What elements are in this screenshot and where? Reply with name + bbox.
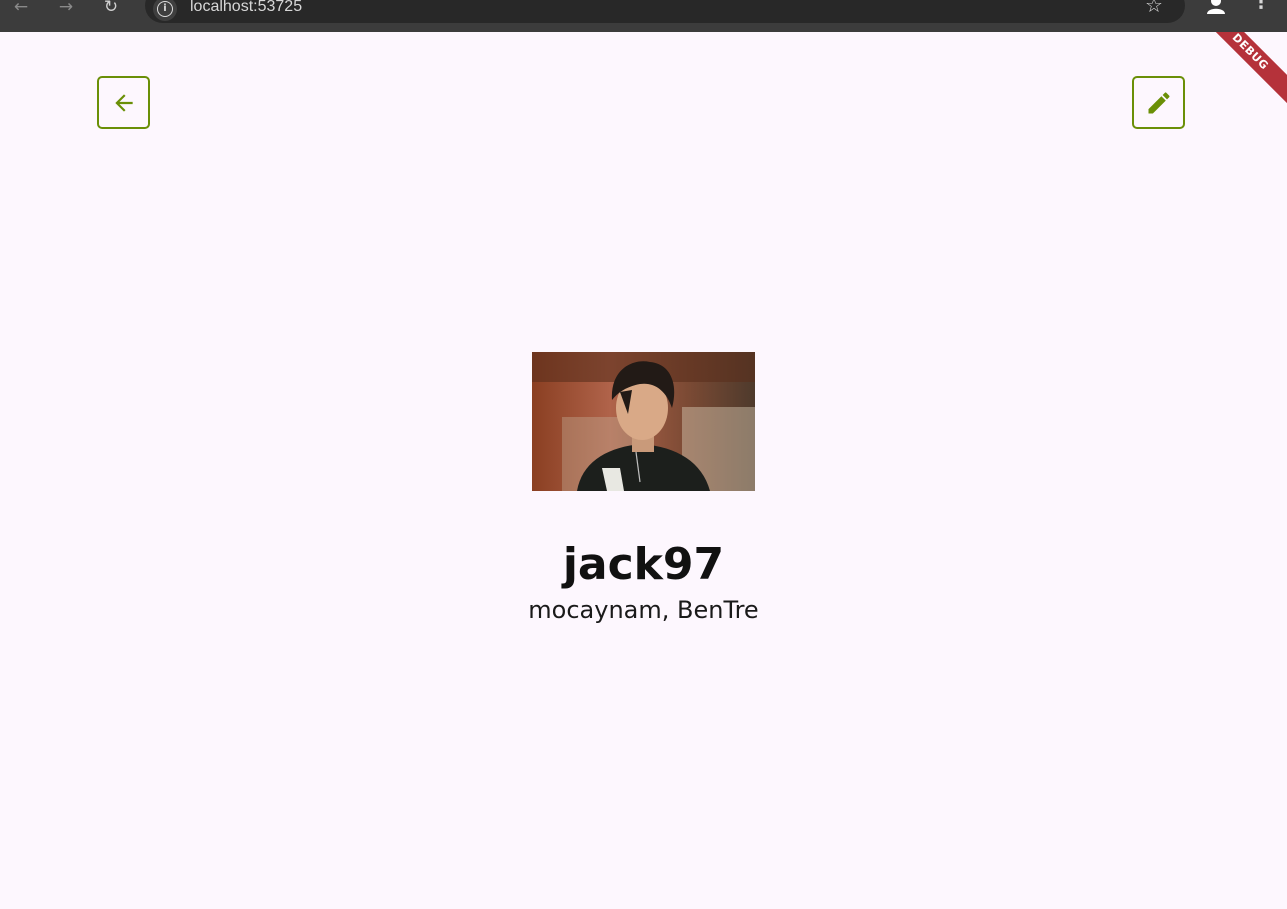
- avatar: [532, 352, 755, 491]
- profile-section: jack97 mocaynam, BenTre: [0, 352, 1287, 625]
- browser-forward-button[interactable]: →: [55, 0, 77, 17]
- browser-reload-button[interactable]: ↻: [100, 0, 122, 17]
- arrow-right-icon: →: [58, 0, 74, 17]
- star-icon[interactable]: ☆: [1143, 0, 1165, 16]
- edit-button[interactable]: [1132, 76, 1185, 129]
- browser-toolbar: ← → ↻ i localhost:53725 ☆ ⋮: [0, 0, 1287, 32]
- app-screen: DEBUG jack97 mocaynam, BenTre: [0, 32, 1287, 909]
- arrow-left-icon: ←: [13, 0, 29, 17]
- debug-banner: DEBUG: [1189, 32, 1287, 113]
- profile-username: jack97: [562, 539, 725, 590]
- profile-icon[interactable]: [1205, 0, 1227, 14]
- address-bar[interactable]: i localhost:53725: [145, 0, 1185, 23]
- url-text[interactable]: localhost:53725: [190, 0, 302, 16]
- pencil-icon: [1148, 91, 1170, 113]
- reload-icon: ↻: [103, 0, 119, 17]
- profile-location: mocaynam, BenTre: [528, 596, 759, 624]
- kebab-menu-icon[interactable]: ⋮: [1252, 0, 1270, 14]
- browser-back-button[interactable]: ←: [10, 0, 32, 17]
- arrow-left-icon: [114, 93, 133, 112]
- info-icon: i: [157, 1, 173, 17]
- back-button[interactable]: [97, 76, 150, 129]
